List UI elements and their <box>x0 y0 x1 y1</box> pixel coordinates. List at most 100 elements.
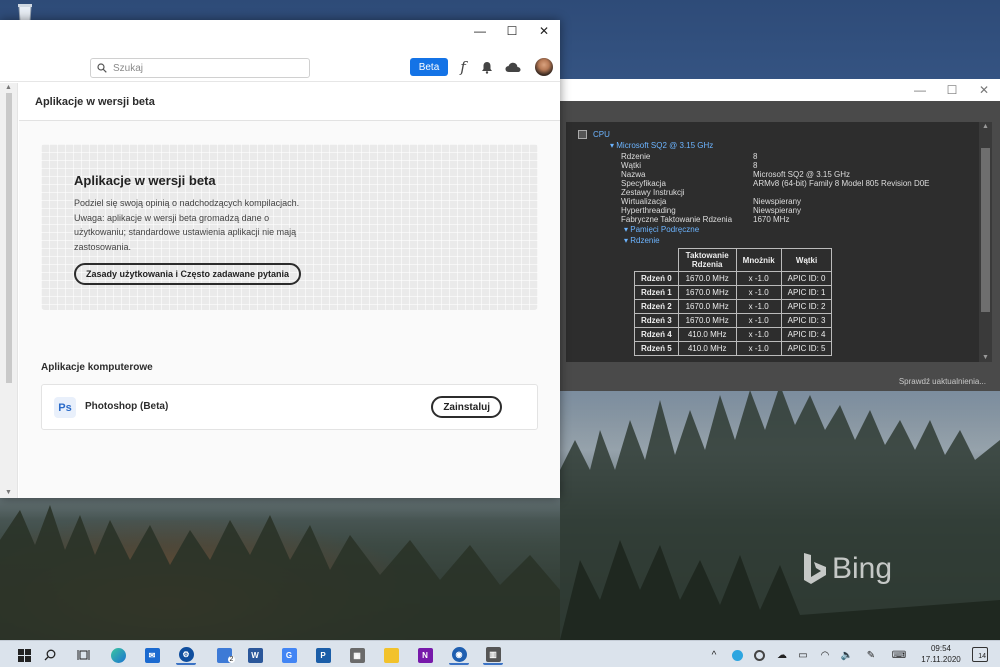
onedrive-icon[interactable]: ☁ <box>774 647 790 663</box>
taskbar-app-blue[interactable]: ⚙ <box>176 645 196 665</box>
sidebar-scroll-up-icon[interactable]: ▲ <box>5 84 12 91</box>
cores-node[interactable]: ▾ Rdzenie <box>624 236 660 245</box>
clock-date: 17.11.2020 <box>921 655 961 664</box>
taskbar-file-explorer[interactable]: 2 <box>213 645 239 665</box>
fonts-icon[interactable]: f <box>455 58 471 76</box>
creative-cloud-window: — ☐ ✕ Beta f ▲ ▼ Aplikacje w wersji beta <box>0 20 560 498</box>
taskbar: ✉ ⚙ 2 W G P ▦ N ◉ ▥ ^ ☁ ▭ ◠ 🔈 ✎ ⌨ 09:54 … <box>0 640 1000 667</box>
terms-faq-button[interactable]: Zasady użytkowania i Często zadawane pyt… <box>74 263 302 285</box>
taskbar-translate[interactable]: G <box>279 645 299 665</box>
sidebar-scrollbar[interactable]: ▲ ▼ <box>0 83 18 498</box>
core-threads: APIC ID: 2 <box>780 299 833 314</box>
core-clock: 1670.0 MHz <box>677 313 737 328</box>
header-threads: Wątki <box>780 248 833 272</box>
table-row: Rdzeń 5 410.0 MHz x -1.0 APIC ID: 5 <box>634 341 833 356</box>
cc-close-button[interactable]: ✕ <box>528 20 560 42</box>
search-icon <box>97 63 107 73</box>
search-taskbar-button[interactable] <box>40 645 60 665</box>
scroll-thumb[interactable] <box>981 148 990 312</box>
photoshop-icon: Ps <box>54 397 76 418</box>
core-name: Rdzeń 5 <box>634 341 679 356</box>
taskbar-calculator[interactable]: ▦ <box>347 645 367 665</box>
core-multiplier: x -1.0 <box>735 327 782 342</box>
search-box[interactable] <box>90 58 310 78</box>
notification-count: 14 <box>978 653 986 660</box>
cpu-maximize-button[interactable]: ☐ <box>936 79 968 101</box>
task-view-button[interactable] <box>73 645 93 665</box>
volume-icon[interactable]: 🔈 <box>840 647 854 663</box>
telegram-icon[interactable] <box>730 647 744 663</box>
cpu-tree: CPU ▾ Microsoft SQ2 @ 3.15 GHz Rdzenie 8 … <box>566 122 978 362</box>
core-threads: APIC ID: 0 <box>780 271 833 286</box>
table-row: Rdzeń 2 1670.0 MHz x -1.0 APIC ID: 2 <box>634 299 833 314</box>
table-header-row: Taktowanie Rdzenia Mnożnik Wątki <box>635 248 833 272</box>
cloud-icon[interactable] <box>505 59 521 75</box>
bell-icon[interactable] <box>479 59 495 75</box>
tray-chevron-up-icon[interactable]: ^ <box>708 647 720 663</box>
start-button[interactable] <box>14 645 34 665</box>
cpu-scrollbar[interactable]: ▲ ▼ <box>979 122 992 362</box>
table-row: Rdzeń 1 1670.0 MHz x -1.0 APIC ID: 1 <box>634 285 833 300</box>
sticky-notes-icon <box>383 647 399 663</box>
taskbar-sticky[interactable] <box>381 645 401 665</box>
task-view-icon <box>77 650 89 660</box>
list-item: Ps Photoshop (Beta) Zainstaluj <box>41 384 538 430</box>
page-title: Aplikacje w wersji beta <box>19 83 560 121</box>
taskbar-app-eye[interactable]: ◉ <box>449 645 469 665</box>
cc-minimize-button[interactable]: — <box>464 20 496 42</box>
clock-time: 09:54 <box>930 644 952 653</box>
cc-maximize-button[interactable]: ☐ <box>496 20 528 42</box>
desktop-apps-heading: Aplikacje komputerowe <box>41 362 153 373</box>
scroll-up-icon[interactable]: ▲ <box>982 123 989 130</box>
cache-node[interactable]: ▾ Pamięci Podręczne <box>624 225 699 234</box>
search-input[interactable] <box>113 62 293 74</box>
scroll-down-icon[interactable]: ▼ <box>982 354 989 361</box>
taskbar-word[interactable]: W <box>245 645 265 665</box>
cpu-window-titlebar: — ☐ ✕ <box>560 79 1000 101</box>
core-multiplier: x -1.0 <box>735 271 782 286</box>
taskbar-clock[interactable]: 09:54 17.11.2020 <box>916 643 966 665</box>
prop-key: Rdzenie <box>621 152 651 161</box>
check-updates-link[interactable]: Sprawdź uaktualnienia... <box>899 377 986 386</box>
user-avatar[interactable] <box>535 58 553 76</box>
beta-button[interactable]: Beta <box>410 58 448 76</box>
sidebar-scroll-thumb[interactable] <box>6 93 12 383</box>
cpu-tool-icon: ▥ <box>485 646 501 662</box>
prop-key: Wątki <box>621 161 641 170</box>
cc-window-controls: — ☐ ✕ <box>464 20 560 42</box>
taskbar-cpu-tool[interactable]: ▥ <box>483 645 503 665</box>
cpu-info-window: — ☐ ✕ CPU ▾ Microsoft SQ2 @ 3.15 GHz Rdz… <box>560 79 1000 391</box>
core-name: Rdzeń 3 <box>634 313 679 328</box>
processor-label: Microsoft SQ2 @ 3.15 GHz <box>616 141 714 150</box>
prop-value: 8 <box>753 161 758 170</box>
language-icon[interactable]: ⌨ <box>892 647 906 663</box>
notification-center-button[interactable]: 14 <box>972 647 988 662</box>
windows-logo-icon <box>17 648 31 662</box>
taskbar-mail[interactable]: ✉ <box>142 645 162 665</box>
cpu-window-controls: — ☐ ✕ <box>904 79 1000 101</box>
cpu-close-button[interactable]: ✕ <box>968 79 1000 101</box>
header-blank <box>635 249 679 272</box>
battery-icon[interactable]: ▭ <box>796 647 810 663</box>
taskbar-app-p[interactable]: P <box>313 645 333 665</box>
tray-app-icon[interactable] <box>752 647 766 663</box>
taskbar-onenote[interactable]: N <box>415 645 435 665</box>
core-threads: APIC ID: 5 <box>780 341 833 356</box>
cpu-minimize-button[interactable]: — <box>904 79 936 101</box>
table-row: Rdzeń 0 1670.0 MHz x -1.0 APIC ID: 0 <box>634 271 833 286</box>
bing-watermark: Bing <box>802 552 892 586</box>
install-button[interactable]: Zainstaluj <box>431 396 502 418</box>
wifi-icon[interactable]: ◠ <box>818 647 832 663</box>
cpu-root-node[interactable]: CPU <box>578 130 610 139</box>
core-clock: 1670.0 MHz <box>677 285 737 300</box>
sidebar-scroll-down-icon[interactable]: ▼ <box>5 489 12 496</box>
taskbar-edge[interactable] <box>108 645 128 665</box>
prop-key: Nazwa <box>621 170 646 179</box>
pen-icon[interactable]: ✎ <box>864 647 878 663</box>
cores-label: Rdzenie <box>630 236 660 245</box>
cpu-tree-panel: CPU ▾ Microsoft SQ2 @ 3.15 GHz Rdzenie 8 … <box>566 122 992 362</box>
processor-node[interactable]: ▾ Microsoft SQ2 @ 3.15 GHz <box>610 141 713 150</box>
taskbar-search-icon <box>44 649 56 661</box>
app-gear-icon: ⚙ <box>178 646 194 662</box>
core-multiplier: x -1.0 <box>735 341 782 356</box>
